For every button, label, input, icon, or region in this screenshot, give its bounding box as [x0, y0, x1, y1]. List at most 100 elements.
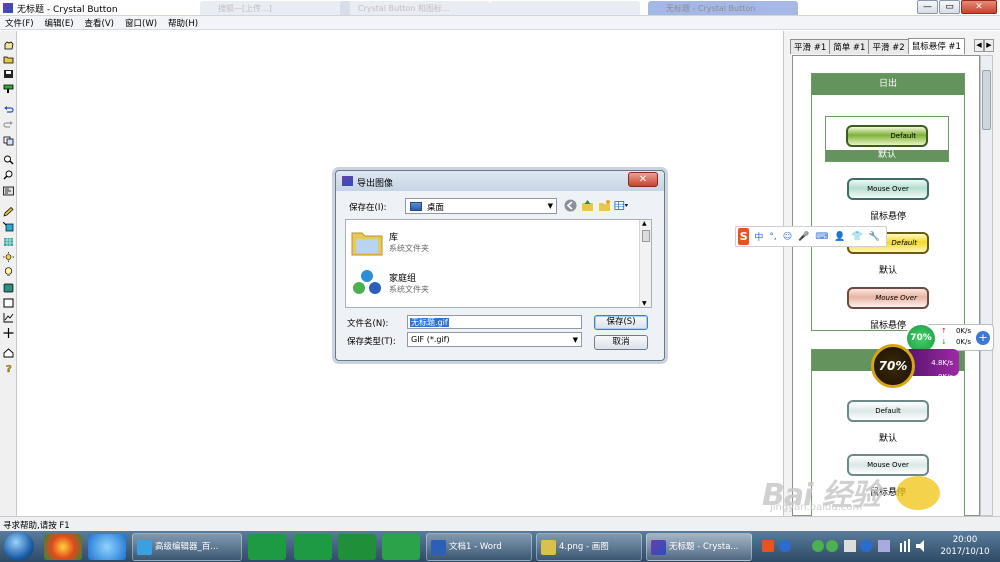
save-button[interactable]: 保存(S) [594, 315, 648, 330]
fill-icon[interactable] [3, 222, 14, 232]
taskbar-item-crystal[interactable]: 无标题 - Crysta... [646, 533, 752, 561]
wand-icon[interactable] [3, 186, 14, 196]
ie-icon[interactable] [88, 534, 126, 560]
scroll-down-icon[interactable]: ▼ [642, 300, 647, 307]
save-icon[interactable] [3, 69, 14, 79]
skin-icon[interactable]: 👕 [852, 232, 863, 242]
ime-mode-button[interactable]: 中 [754, 230, 763, 243]
light-icon[interactable] [3, 252, 14, 262]
iqiyi-icon[interactable] [338, 534, 376, 560]
sogou-logo-icon[interactable]: S [738, 228, 750, 245]
home-icon[interactable] [3, 348, 14, 358]
taskbar-item-paint[interactable]: 4.png - 画图 [536, 533, 642, 561]
style-cell[interactable]: Default 默认 [812, 392, 964, 448]
minimize-button[interactable]: — [917, 0, 938, 14]
emoji-icon[interactable]: ☺ [783, 232, 792, 242]
background-window-tab[interactable]: Crystal Button 和图标... [340, 1, 490, 15]
menu-help[interactable]: 帮助(H) [163, 16, 204, 29]
filetype-value: GIF (*.gif) [411, 335, 450, 344]
file-item-library[interactable]: 库 系统文件夹 [351, 225, 601, 261]
cancel-button[interactable]: 取消 [594, 335, 648, 350]
cloud-app-icon[interactable] [382, 534, 420, 560]
window-title: 无标题 - Crystal Button [17, 5, 118, 15]
ime-punct-icon[interactable]: °, [769, 232, 776, 242]
speed-rate: 4.8K/s [931, 359, 953, 367]
undo-icon[interactable] [3, 105, 14, 115]
zoom-out-icon[interactable] [3, 170, 14, 180]
tab-smooth-2[interactable]: 平滑 #2 [868, 39, 909, 54]
close-button[interactable]: ✕ [961, 0, 997, 14]
menu-edit[interactable]: 编辑(E) [40, 16, 80, 29]
start-button[interactable] [4, 532, 34, 561]
open-folder-icon[interactable] [3, 54, 14, 64]
keyboard-icon[interactable]: ⌨ [815, 232, 828, 242]
user-icon[interactable]: 👤 [834, 232, 845, 242]
pattern-icon[interactable] [3, 237, 14, 247]
tab-simple-1[interactable]: 简单 #1 [829, 39, 870, 54]
scrollbar-thumb[interactable] [642, 230, 650, 242]
copy-icon[interactable] [3, 136, 14, 146]
save-in-dropdown[interactable]: 桌面 ▼ [405, 198, 557, 214]
background-window-tab[interactable]: 无标题 - Crystal Button [648, 1, 798, 15]
layer-icon[interactable] [3, 283, 14, 293]
paw-logo-icon [896, 476, 940, 510]
green-app-icon[interactable] [248, 534, 286, 560]
style-panel: 平滑 #1 简单 #1 平滑 #2 鼠标悬停 #1 ◀ ▶ 日出 Default… [783, 31, 1000, 517]
filetype-label: 保存类型(T): [347, 337, 396, 347]
style-cell[interactable]: Mouse Over 鼠标悬停 [812, 170, 964, 226]
taskbar-item-label: 高级编辑器_百... [155, 542, 219, 552]
tab-scroll-right-button[interactable]: ▶ [984, 39, 994, 52]
tab-smooth-1[interactable]: 平滑 #1 [790, 39, 831, 54]
button-sample: Mouse Over [847, 287, 929, 309]
background-window-tab[interactable]: 搜狐—[上传...] [200, 1, 350, 15]
file-list-scrollbar[interactable]: ▲ ▼ [639, 220, 651, 307]
menu-file[interactable]: 文件(F) [0, 16, 40, 29]
view-menu-icon[interactable] [614, 198, 629, 213]
file-list[interactable]: 库 系统文件夹 家庭组 系统文件夹 ▲ ▼ [345, 219, 652, 308]
tray-icons[interactable] [760, 535, 930, 557]
help-icon[interactable]: ? [3, 363, 14, 373]
taskbar-clock[interactable]: 20:00 2017/10/10 [934, 534, 996, 558]
filetype-dropdown[interactable]: GIF (*.gif) ▼ [407, 332, 582, 347]
green-app-icon[interactable] [294, 534, 332, 560]
menu-window[interactable]: 窗口(W) [120, 16, 163, 29]
style-list-scrollbar[interactable] [980, 55, 993, 516]
speed-badge-widget[interactable]: 4.8K/s 0K/s 70% [869, 341, 961, 389]
pencil-icon[interactable] [3, 207, 14, 217]
bulb-icon[interactable] [3, 267, 14, 277]
paint-icon[interactable] [3, 84, 14, 94]
export-image-dialog: 导出图像 ✕ 保存在(I): 桌面 ▼ 库 系统文件夹 家庭组 系统文件夹 ▲ … [335, 170, 665, 361]
style-cell[interactable]: Default 默认 [825, 116, 949, 162]
button-sample: Default [847, 400, 929, 422]
add-icon[interactable]: + [976, 331, 990, 345]
dialog-close-button[interactable]: ✕ [628, 172, 658, 187]
move-icon[interactable] [3, 328, 14, 338]
taskbar-item-word[interactable]: 文档1 - Word [426, 533, 532, 561]
tab-scroll-left-button[interactable]: ◀ [974, 39, 984, 52]
new-folder-icon[interactable] [597, 198, 612, 213]
tab-mouse-hover-1[interactable]: 鼠标悬停 #1 [907, 38, 965, 54]
group-header: 日出 [812, 74, 964, 95]
taskbar-item-editor[interactable]: 高级编辑器_百... [132, 533, 242, 561]
zoom-in-icon[interactable] [3, 155, 14, 165]
up-folder-icon[interactable] [580, 198, 595, 213]
button-sample: Default [846, 125, 928, 147]
microphone-icon[interactable]: 🎤 [798, 232, 809, 242]
background-window-tab[interactable] [490, 1, 640, 15]
style-group-sunrise: 日出 Default 默认 Mouse Over 鼠标悬停 Default 默认… [811, 73, 965, 331]
scroll-up-icon[interactable]: ▲ [642, 220, 647, 227]
file-item-homegroup[interactable]: 家庭组 系统文件夹 [351, 266, 601, 302]
filename-input[interactable]: 无标题.gif [407, 315, 582, 329]
scrollbar-thumb[interactable] [982, 70, 991, 130]
360-browser-icon[interactable] [44, 534, 82, 560]
back-icon[interactable] [563, 198, 578, 213]
chart-icon[interactable] [3, 313, 14, 323]
maximize-button[interactable]: ▭ [939, 0, 960, 14]
upload-arrow-icon: ↑ [941, 327, 947, 335]
hand-icon[interactable] [3, 40, 14, 50]
menu-view[interactable]: 查看(V) [80, 16, 120, 29]
speed-bar: 4.8K/s 0K/s [909, 349, 959, 381]
rectangle-icon[interactable] [3, 298, 14, 308]
redo-icon[interactable] [3, 120, 14, 130]
wrench-icon[interactable]: 🔧 [869, 232, 880, 242]
